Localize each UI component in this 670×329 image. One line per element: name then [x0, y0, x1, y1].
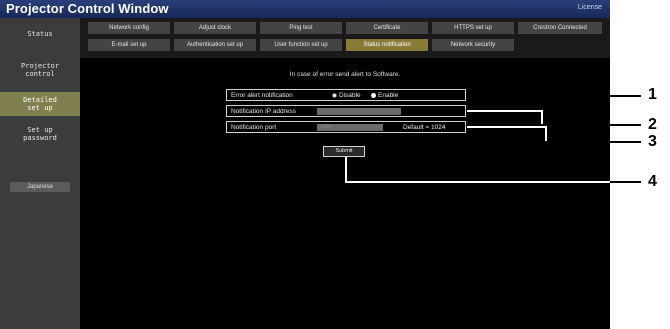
tab-user-function-setup[interactable]: User function set up: [260, 39, 342, 51]
callout-number: 3: [648, 133, 657, 150]
tab-bar: Network config Adjust clock Ping test Ce…: [80, 18, 610, 58]
tab-status-notification[interactable]: Status notification: [346, 39, 428, 51]
tab-network-security[interactable]: Network security: [432, 39, 514, 51]
license-link[interactable]: License: [578, 4, 602, 11]
title-bar: Projector Control Window License: [0, 0, 610, 18]
tab-network-config[interactable]: Network config: [88, 22, 170, 34]
tab-authentication-setup[interactable]: Authentication set up: [174, 39, 256, 51]
callout-line: [545, 126, 547, 142]
tab-certificate[interactable]: Certificate: [346, 22, 428, 34]
enable-radio[interactable]: [371, 93, 376, 98]
port-row: Notification port 1024 Default = 1024: [226, 121, 466, 133]
japanese-language-button[interactable]: Japanese: [10, 182, 70, 192]
sidebar-item-label: Status: [27, 30, 53, 38]
window-title: Projector Control Window: [6, 1, 169, 16]
callout-line: [610, 181, 641, 183]
port-label: Notification port: [231, 124, 277, 131]
submit-button[interactable]: Submit: [323, 146, 365, 157]
app-window: Projector Control Window License Status …: [0, 0, 610, 329]
tab-email-setup[interactable]: E-mail set up: [88, 39, 170, 51]
tab-ping-test[interactable]: Ping test: [260, 22, 342, 34]
callout-number: 4: [648, 173, 657, 190]
callout-line: [467, 95, 641, 97]
sidebar-item-setup-password[interactable]: Set up password: [0, 126, 80, 142]
info-message: In case of error send alert to Software.: [289, 71, 401, 78]
callout-number: 1: [648, 86, 657, 103]
callout-line: [541, 124, 641, 126]
tab-https-setup[interactable]: HTTPS set up: [432, 22, 514, 34]
port-default-text: Default = 1024: [403, 124, 446, 131]
error-alert-row: Error alert notification Disable Enable: [226, 89, 466, 101]
ip-address-label: Notification IP address: [231, 108, 296, 115]
ip-address-row: Notification IP address: [226, 105, 466, 117]
port-input[interactable]: 1024: [317, 124, 383, 131]
sidebar-item-label: Projector control: [21, 62, 59, 78]
disable-radio[interactable]: [332, 93, 337, 98]
sidebar-item-status[interactable]: Status: [0, 30, 80, 38]
callout-line: [467, 110, 541, 112]
ip-address-input[interactable]: [317, 108, 401, 115]
enable-label: Enable: [378, 92, 399, 99]
callout-line: [345, 181, 610, 183]
main-panel: In case of error send alert to Software.…: [80, 58, 610, 329]
tab-adjust-clock[interactable]: Adjust clock: [174, 22, 256, 34]
callout-line: [545, 141, 641, 143]
callout-line: [467, 126, 545, 128]
sidebar-item-label: Detailed set up: [23, 96, 57, 112]
sidebar: Status Projector control Detailed set up…: [0, 18, 80, 329]
disable-label: Disable: [339, 92, 361, 99]
sidebar-item-detailed-setup[interactable]: Detailed set up: [0, 92, 80, 116]
tab-crestron-connected[interactable]: Crestron Connected: [518, 22, 602, 34]
error-alert-label: Error alert notification: [231, 92, 293, 99]
sidebar-item-projector-control[interactable]: Projector control: [0, 62, 80, 78]
callout-line: [541, 110, 543, 125]
callout-number: 2: [648, 116, 657, 133]
callout-line: [345, 157, 347, 182]
sidebar-item-label: Set up password: [23, 126, 57, 142]
